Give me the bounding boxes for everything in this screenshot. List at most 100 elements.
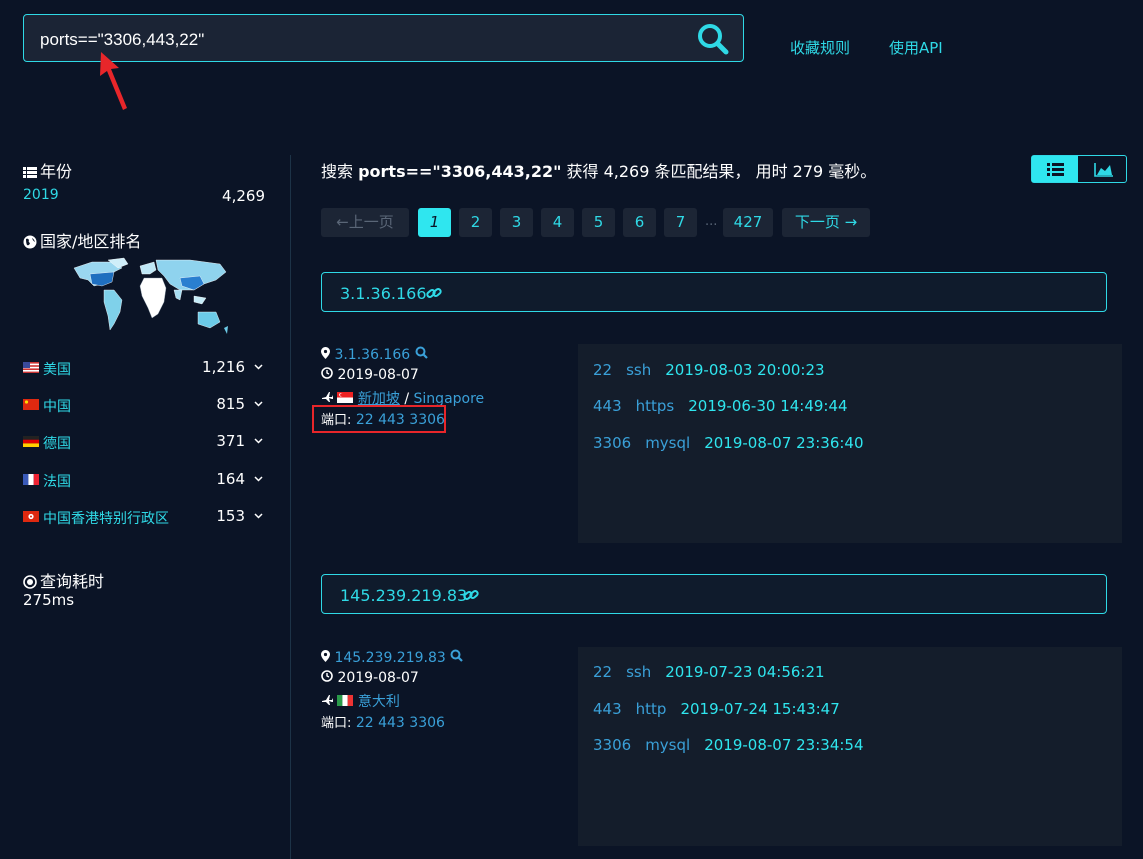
info-ip-line: 145.239.219.83: [321, 649, 464, 670]
query-time-title: 查询耗时: [40, 572, 105, 591]
service-row: 22 ssh 2019-08-03 20:00:23: [593, 361, 839, 379]
page-last-button[interactable]: 427: [723, 208, 773, 237]
world-map[interactable]: [70, 256, 230, 340]
summary-text: 获得 4,269 条匹配结果， 用时 279 毫秒。: [561, 162, 877, 181]
service-port[interactable]: 443: [593, 700, 622, 718]
page-4-button[interactable]: 4: [541, 208, 574, 237]
info-date: 2019-08-07: [337, 670, 419, 686]
info-date: 2019-08-07: [337, 367, 419, 383]
country-title: 国家/地区排名: [40, 232, 142, 251]
page-3-button[interactable]: 3: [500, 208, 533, 237]
it-flag-icon: [337, 695, 354, 706]
info-location-cn[interactable]: 意大利: [358, 694, 400, 710]
year-section-title: 年份: [23, 158, 72, 182]
chart-view-button[interactable]: [1082, 156, 1126, 182]
info-ports[interactable]: 22 443 3306: [356, 715, 445, 731]
result-info: 145.239.219.83 2019-08-07 意大利 端口: 22 443…: [321, 649, 464, 733]
result-header[interactable]: 3.1.36.166: [321, 272, 1107, 312]
service-row: 3306 mysql 2019-08-07 23:34:54: [593, 736, 878, 754]
info-ip-line: 3.1.36.166: [321, 346, 484, 367]
service-protocol[interactable]: ssh: [626, 663, 651, 681]
country-count: 371: [216, 432, 245, 450]
service-protocol[interactable]: mysql: [645, 736, 690, 754]
service-time: 2019-08-07 23:36:40: [704, 434, 864, 452]
annotation-arrow-icon: [100, 52, 127, 110]
list-icon: [23, 167, 37, 178]
service-port[interactable]: 22: [593, 663, 612, 681]
country-row-fr[interactable]: 法国 164: [23, 470, 265, 490]
clock-icon: [321, 367, 333, 379]
service-port[interactable]: 3306: [593, 736, 631, 754]
result-header[interactable]: 145.239.219.83: [321, 574, 1107, 614]
year-label: 2019: [23, 187, 59, 203]
view-toggle: [1031, 155, 1127, 183]
link-icon[interactable]: [426, 285, 442, 301]
country-name: 中国香港特别行政区: [43, 511, 169, 527]
country-count: 153: [216, 507, 245, 525]
service-time: 2019-08-03 20:00:23: [665, 361, 825, 379]
service-protocol[interactable]: mysql: [645, 434, 690, 452]
use-api-link[interactable]: 使用API: [889, 37, 943, 58]
chevron-down-icon[interactable]: [254, 401, 263, 407]
info-ip[interactable]: 3.1.36.166: [334, 347, 410, 363]
plane-icon: [322, 695, 333, 705]
result-ip-link[interactable]: 145.239.219.83: [340, 586, 467, 605]
services-panel: 22 ssh 2019-07-23 04:56:21 443 http 2019-07-…: [578, 647, 1122, 846]
service-port[interactable]: 3306: [593, 434, 631, 452]
search-icon[interactable]: [695, 21, 731, 57]
country-name: 德国: [43, 436, 71, 452]
page-5-button[interactable]: 5: [582, 208, 615, 237]
result-ip-link[interactable]: 3.1.36.166: [340, 284, 427, 303]
service-protocol[interactable]: ssh: [626, 361, 651, 379]
list-view-button[interactable]: [1032, 156, 1078, 182]
link-icon[interactable]: [463, 587, 479, 603]
area-chart-icon: [1094, 163, 1113, 177]
summary-prefix: 搜索: [321, 162, 359, 181]
page-7-button[interactable]: 7: [664, 208, 697, 237]
sg-flag-icon: [337, 392, 354, 403]
year-row[interactable]: 2019 4,269: [23, 187, 265, 207]
chevron-down-icon[interactable]: [254, 438, 263, 444]
page-2-button[interactable]: 2: [459, 208, 492, 237]
country-count: 815: [216, 395, 245, 413]
next-page-button[interactable]: 下一页 →: [782, 208, 870, 237]
info-date-line: 2019-08-07: [321, 670, 463, 691]
page-1-button[interactable]: 1: [418, 208, 451, 237]
country-count: 1,216: [202, 358, 245, 376]
prev-page-button[interactable]: ←上一页: [321, 208, 409, 237]
query-time-section-title: 查询耗时: [23, 568, 104, 592]
hk-flag-icon: [23, 511, 39, 522]
service-protocol[interactable]: http: [636, 700, 667, 718]
page-6-button[interactable]: 6: [623, 208, 656, 237]
country-name: 美国: [43, 362, 71, 378]
country-row-cn[interactable]: 中国 815: [23, 395, 265, 415]
country-row-us[interactable]: 美国 1,216: [23, 358, 265, 378]
country-row-de[interactable]: 德国 371: [23, 432, 265, 452]
summary-query: ports=="3306,443,22": [358, 162, 562, 181]
service-port[interactable]: 443: [593, 397, 622, 415]
info-ip[interactable]: 145.239.219.83: [334, 650, 445, 666]
chevron-down-icon[interactable]: [254, 364, 263, 370]
year-title: 年份: [40, 162, 73, 181]
service-port[interactable]: 22: [593, 361, 612, 379]
ports-highlight-box: [312, 405, 446, 433]
globe-icon: [23, 235, 37, 249]
service-time: 2019-07-23 04:56:21: [665, 663, 825, 681]
clock-icon: [321, 670, 333, 682]
result-summary: 搜索 ports=="3306,443,22" 获得 4,269 条匹配结果， …: [321, 158, 876, 182]
country-name: 法国: [43, 474, 71, 490]
service-time: 2019-07-24 15:43:47: [680, 700, 840, 718]
services-panel: 22 ssh 2019-08-03 20:00:23 443 https 2019-06…: [578, 344, 1122, 543]
favorite-rules-link[interactable]: 收藏规则: [790, 37, 850, 58]
country-count: 164: [216, 470, 245, 488]
chevron-down-icon[interactable]: [254, 476, 263, 482]
search-icon[interactable]: [415, 346, 428, 359]
de-flag-icon: [23, 436, 39, 447]
country-row-hk[interactable]: 中国香港特别行政区 153: [23, 507, 265, 527]
service-protocol[interactable]: https: [636, 397, 675, 415]
info-location-line: 意大利: [321, 691, 463, 712]
chevron-down-icon[interactable]: [254, 513, 263, 519]
service-row: 443 http 2019-07-24 15:43:47: [593, 700, 854, 718]
search-icon[interactable]: [450, 649, 464, 662]
map-marker-icon: [321, 650, 330, 662]
